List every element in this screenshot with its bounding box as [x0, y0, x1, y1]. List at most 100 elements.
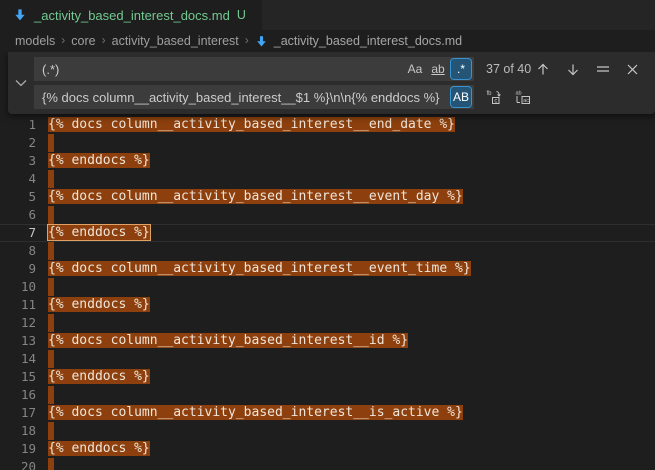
- line-content[interactable]: [48, 242, 54, 260]
- editor-line[interactable]: 2: [0, 134, 655, 152]
- line-number[interactable]: 16: [0, 386, 36, 404]
- replace-all-button[interactable]: ab ac: [512, 87, 533, 108]
- line-content[interactable]: [48, 386, 54, 404]
- replace-all-icon: ab ac: [515, 89, 531, 105]
- line-number[interactable]: 2: [0, 134, 36, 152]
- empty-line-find-match: [48, 206, 54, 224]
- line-content[interactable]: {% enddocs %}: [48, 296, 150, 314]
- markdown-file-icon: [255, 35, 268, 48]
- match-case-toggle[interactable]: Aa: [405, 59, 425, 79]
- line-content[interactable]: {% docs column__activity_based_interest_…: [48, 188, 463, 206]
- editor-lines: 1 {% docs column__activity_based_interest…: [0, 52, 655, 470]
- line-content[interactable]: {% docs column__activity_based_interest_…: [48, 404, 463, 422]
- line-number[interactable]: 17: [0, 404, 36, 422]
- find-in-selection-button[interactable]: [592, 59, 613, 80]
- editor-line[interactable]: 5 {% docs column__activity_based_interest…: [0, 188, 655, 206]
- line-number[interactable]: 10: [0, 278, 36, 296]
- replace-input[interactable]: [36, 85, 448, 109]
- line-number[interactable]: 12: [0, 314, 36, 332]
- line-content[interactable]: {% docs column__activity_based_interest_…: [48, 116, 455, 134]
- empty-line-find-match: [48, 242, 54, 260]
- line-number[interactable]: 6: [0, 206, 36, 224]
- line-number[interactable]: 4: [0, 170, 36, 188]
- breadcrumb-item-models[interactable]: models: [15, 34, 55, 48]
- find-match: {% docs column__activity_based_interest_…: [48, 405, 463, 420]
- editor-line[interactable]: 1 {% docs column__activity_based_interest…: [0, 116, 655, 134]
- breadcrumb-item-activity-based-interest[interactable]: activity_based_interest: [112, 34, 239, 48]
- editor-line[interactable]: 8: [0, 242, 655, 260]
- tab-active-file[interactable]: _activity_based_interest_docs.md U: [0, 0, 262, 30]
- editor-line[interactable]: 7 {% enddocs %}: [0, 224, 655, 242]
- line-number[interactable]: 1: [0, 116, 36, 134]
- editor-line[interactable]: 11 {% enddocs %}: [0, 296, 655, 314]
- editor-line[interactable]: 20: [0, 458, 655, 470]
- find-input-box: Aa ab .*: [34, 57, 474, 81]
- line-number[interactable]: 9: [0, 260, 36, 278]
- line-content[interactable]: [48, 314, 54, 332]
- line-content[interactable]: {% enddocs %}: [48, 152, 150, 170]
- empty-line-find-match: [48, 386, 54, 404]
- line-content[interactable]: [48, 350, 54, 368]
- editor-line[interactable]: 14: [0, 350, 655, 368]
- line-content[interactable]: {% docs column__activity_based_interest_…: [48, 260, 471, 278]
- replace-input-box: AB: [34, 85, 474, 109]
- line-content[interactable]: {% docs column__activity_based_interest_…: [48, 332, 408, 350]
- editor-line[interactable]: 12: [0, 314, 655, 332]
- tab-bar: _activity_based_interest_docs.md U: [0, 0, 655, 30]
- line-number[interactable]: 8: [0, 242, 36, 260]
- breadcrumb-item-core[interactable]: core: [71, 34, 95, 48]
- line-number[interactable]: 18: [0, 422, 36, 440]
- editor-line[interactable]: 13 {% docs column__activity_based_interes…: [0, 332, 655, 350]
- search-input[interactable]: [36, 57, 402, 81]
- find-match: {% enddocs %}: [48, 297, 150, 312]
- next-match-button[interactable]: [562, 59, 583, 80]
- find-replace-widget: Aa ab .* 37 of 40: [8, 52, 655, 114]
- regex-toggle[interactable]: .*: [451, 59, 471, 79]
- find-match: {% docs column__activity_based_interest_…: [48, 117, 455, 132]
- line-number[interactable]: 7: [0, 224, 36, 242]
- close-icon: [627, 64, 638, 75]
- whole-word-toggle[interactable]: ab: [428, 59, 448, 79]
- breadcrumb-item-file[interactable]: _activity_based_interest_docs.md: [255, 34, 462, 48]
- breadcrumb: models › core › activity_based_interest …: [0, 30, 655, 52]
- current-find-match: {% enddocs %}: [48, 225, 150, 240]
- line-number[interactable]: 13: [0, 332, 36, 350]
- line-number[interactable]: 11: [0, 296, 36, 314]
- toggle-replace-button[interactable]: [8, 57, 34, 109]
- line-number[interactable]: 3: [0, 152, 36, 170]
- line-content[interactable]: {% enddocs %}: [48, 224, 150, 242]
- editor-line[interactable]: 10: [0, 278, 655, 296]
- line-content[interactable]: [48, 206, 54, 224]
- line-number[interactable]: 19: [0, 440, 36, 458]
- line-content[interactable]: {% enddocs %}: [48, 368, 150, 386]
- svg-text:c: c: [494, 99, 497, 105]
- line-number[interactable]: 14: [0, 350, 36, 368]
- line-number[interactable]: 20: [0, 458, 36, 470]
- line-number[interactable]: 15: [0, 368, 36, 386]
- replace-row: AB fb c ab: [34, 85, 647, 109]
- editor-line[interactable]: 16: [0, 386, 655, 404]
- line-content[interactable]: [48, 458, 54, 470]
- editor-line[interactable]: 19 {% enddocs %}: [0, 440, 655, 458]
- editor-line[interactable]: 15 {% enddocs %}: [0, 368, 655, 386]
- find-match: {% docs column__activity_based_interest_…: [48, 261, 471, 276]
- line-content[interactable]: [48, 422, 54, 440]
- editor-line[interactable]: 17 {% docs column__activity_based_interes…: [0, 404, 655, 422]
- line-content[interactable]: [48, 170, 54, 188]
- editor-line[interactable]: 18: [0, 422, 655, 440]
- replace-button[interactable]: fb c: [483, 87, 504, 108]
- empty-line-find-match: [48, 134, 54, 152]
- line-content[interactable]: {% enddocs %}: [48, 440, 150, 458]
- previous-match-button[interactable]: [532, 59, 553, 80]
- line-number[interactable]: 5: [0, 188, 36, 206]
- editor-line[interactable]: 4: [0, 170, 655, 188]
- editor-line[interactable]: 6: [0, 206, 655, 224]
- tab-title: _activity_based_interest_docs.md: [34, 8, 230, 23]
- preserve-case-toggle[interactable]: AB: [451, 87, 471, 107]
- find-in-selection-icon: [596, 63, 610, 75]
- line-content[interactable]: [48, 278, 54, 296]
- line-content[interactable]: [48, 134, 54, 152]
- editor-line[interactable]: 9 {% docs column__activity_based_interest…: [0, 260, 655, 278]
- close-find-button[interactable]: [622, 59, 643, 80]
- editor-line[interactable]: 3 {% enddocs %}: [0, 152, 655, 170]
